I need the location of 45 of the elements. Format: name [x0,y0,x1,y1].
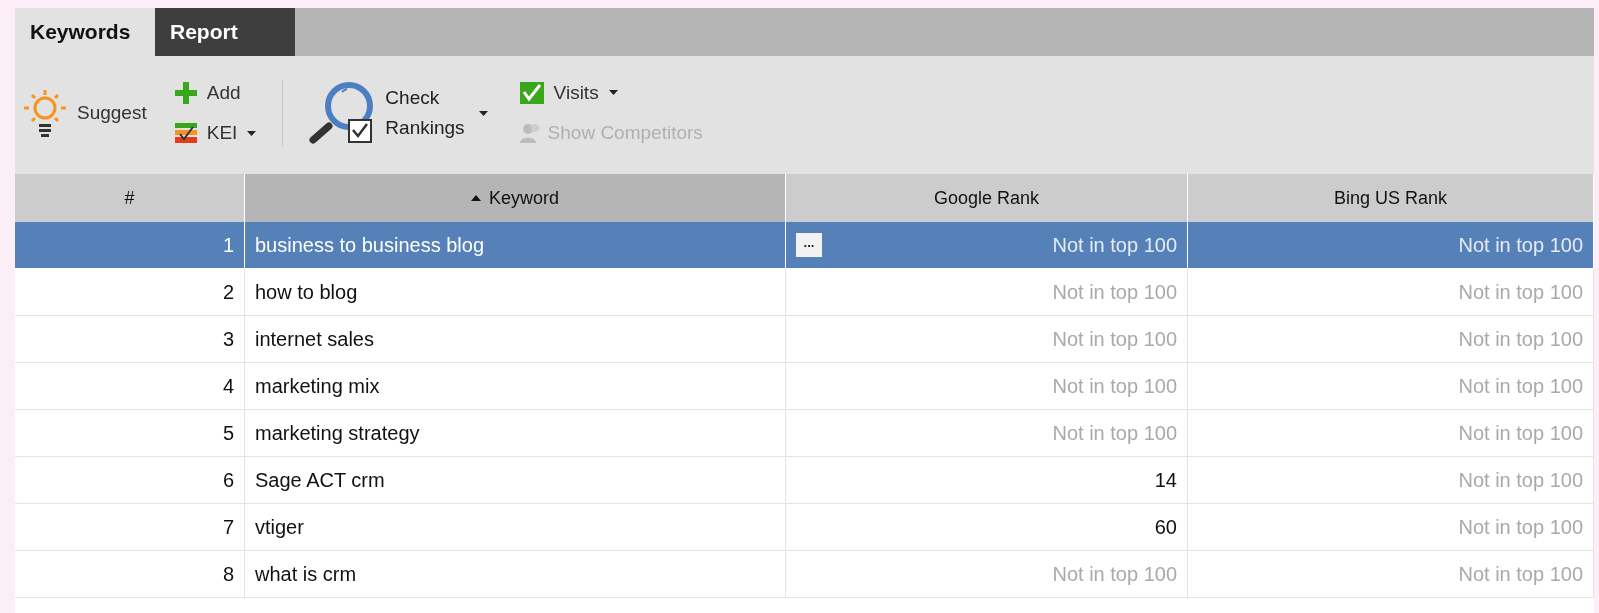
table-cell-text: Not in top 100 [1458,421,1583,446]
tab[interactable]: Report [155,8,295,56]
table-row[interactable]: 3 internet sales Not in top 100 Not in top 100 [15,316,1594,363]
table-row[interactable]: 1 business to business blog ... Not in top 100 Not in top 100 [15,222,1594,269]
column-header[interactable]: Google Rank [786,174,1188,222]
table-cell-text: Not in top 100 [1458,327,1583,352]
table-cell-text: Not in top 100 [1052,374,1177,399]
table-cell-text: Not in top 100 [1052,562,1177,587]
table-cell: what is crm [245,551,786,598]
dropdown-caret-icon [608,90,618,96]
column-header[interactable]: Bing US Rank [1188,174,1594,222]
table-row[interactable]: 8 what is crm Not in top 100 Not in top 100 [15,551,1594,598]
table-row[interactable]: 5 marketing strategy Not in top 100 Not in top 100 [15,410,1594,457]
plus-icon [174,81,197,104]
more-button[interactable]: ... [796,233,822,257]
table-cell-text: Not in top 100 [1052,327,1177,352]
table-row[interactable]: 6 Sage ACT crm 14 Not in top 100 [15,457,1594,504]
lightbulb-icon [23,88,67,138]
table-cell-text: Not in top 100 [1458,562,1583,587]
column-header[interactable]: Keyword [245,174,786,222]
add-button[interactable]: Add [174,78,257,107]
table-row[interactable]: 2 how to blog Not in top 100 Not in top 100 [15,269,1594,316]
table-cell-text: Not in top 100 [1458,374,1583,399]
table-cell: 8 [15,551,245,598]
table-cell-text: Not in top 100 [1052,233,1177,258]
table-row[interactable]: 7 vtiger 60 Not in top 100 [15,504,1594,551]
table-cell-text: Not in top 100 [1052,280,1177,305]
table-cell-text: Not in top 100 [1458,515,1583,540]
dropdown-caret-icon [247,130,257,136]
column-header[interactable]: # [15,174,245,222]
sort-up-icon [471,195,481,201]
table-cell-text: 60 [1154,515,1177,540]
table-row[interactable]: 4 marketing mix Not in top 100 Not in top 100 [15,363,1594,410]
tab[interactable]: Keywords [15,8,155,56]
kei-button[interactable]: KEI [174,119,257,148]
table-cell-text: Not in top 100 [1458,468,1583,493]
table-cell-text: Not in top 100 [1052,421,1177,446]
check-rankings-button[interactable]: Check Rankings [309,80,488,146]
suggest-button[interactable]: Suggest [23,88,147,138]
table-cell-text: Not in top 100 [1458,280,1583,305]
table-cell-text: Not in top 100 [1458,233,1583,258]
dropdown-caret-icon [478,110,488,116]
people-icon [519,123,542,144]
visits-button[interactable]: Visits [519,78,703,107]
table-cell-text: 14 [1154,468,1177,493]
